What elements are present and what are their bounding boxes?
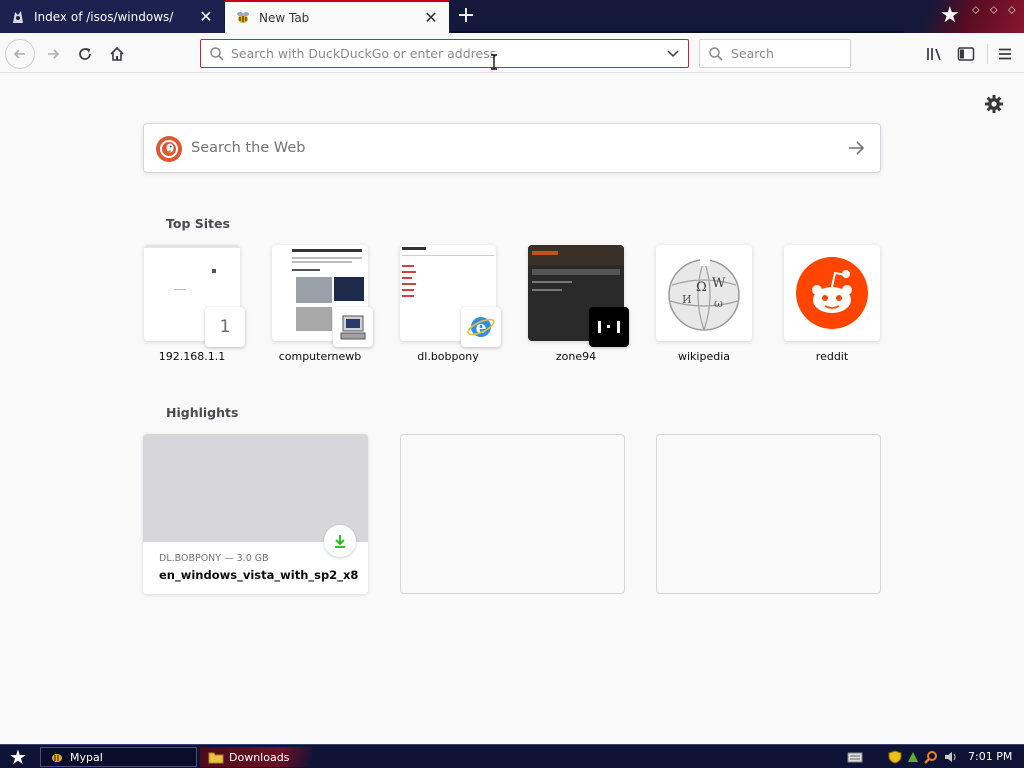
tab-index-of-isos[interactable]: Index of /isos/windows/ ✕ — [0, 0, 224, 33]
home-button[interactable] — [102, 39, 132, 69]
site-label: reddit — [815, 350, 849, 363]
back-button[interactable] — [5, 39, 35, 69]
close-window-icon[interactable]: ⬦ — [1008, 3, 1016, 17]
magnifier-icon[interactable] — [924, 750, 938, 764]
reddit-logo-icon — [796, 257, 868, 329]
library-icon — [927, 48, 941, 61]
download-badge — [324, 525, 356, 557]
url-input[interactable] — [231, 43, 651, 64]
search-input[interactable] — [731, 44, 841, 63]
svg-text:W: W — [712, 276, 726, 291]
speaker-icon[interactable] — [943, 750, 959, 764]
close-tab-icon[interactable]: ✕ — [198, 8, 214, 25]
highlight-placeholder — [656, 434, 881, 594]
shield-icon[interactable] — [888, 750, 902, 764]
taskbar-item-label: Mypal — [70, 750, 103, 764]
url-bar[interactable] — [200, 39, 689, 68]
chevron-down-icon[interactable] — [666, 47, 680, 61]
reload-icon — [79, 48, 91, 60]
gear-icon[interactable] — [984, 94, 1004, 114]
home-icon — [110, 46, 124, 61]
back-arrow-icon — [13, 49, 25, 59]
internet-explorer-icon: e — [467, 317, 495, 338]
web-search-box[interactable] — [143, 123, 881, 173]
search-bar[interactable] — [699, 39, 851, 68]
keyboard-icon[interactable] — [847, 750, 863, 764]
highlight-placeholder — [400, 434, 625, 594]
site-favicon: e — [461, 307, 501, 347]
reload-button[interactable] — [70, 39, 100, 69]
wikipedia-globe-icon: Ω W И ω — [668, 258, 740, 331]
tab-strip: Index of /isos/windows/ ✕ New Tab ✕ + ★ … — [0, 0, 1024, 33]
start-button[interactable]: ★ — [5, 746, 31, 768]
site-label: dl.bobpony — [417, 350, 479, 363]
library-button[interactable] — [920, 39, 950, 69]
search-icon — [210, 47, 224, 61]
taskbar-item-label: Downloads — [229, 750, 290, 764]
new-tab-button[interactable]: + — [453, 4, 479, 30]
network-icon[interactable] — [906, 750, 920, 764]
arrow-right-icon[interactable] — [846, 138, 866, 158]
site-label: computernewb — [278, 350, 362, 363]
svg-text:ω: ω — [714, 297, 723, 310]
tab-new-tab[interactable]: New Tab ✕ — [225, 0, 449, 33]
tab-title: Index of /isos/windows/ — [34, 9, 174, 24]
star-logo-icon: ★ — [940, 3, 960, 28]
duckduckgo-logo-icon — [156, 136, 182, 162]
sidebar-icon — [957, 47, 975, 61]
site-label: 192.168.1.1 — [158, 350, 226, 363]
site-favicon — [333, 307, 373, 347]
download-icon — [335, 535, 345, 548]
site-label: zone94 — [555, 350, 597, 363]
highlight-card[interactable]: DL.BOBPONY — 3.0 GB en_windows_vista_wit… — [143, 434, 368, 594]
forward-arrow-icon — [48, 49, 60, 59]
titlebar-decoration — [904, 0, 1024, 33]
site-thumbnail: Ω W И ω — [656, 245, 752, 341]
sidebar-button[interactable] — [951, 39, 981, 69]
fox-logo-icon — [10, 9, 26, 25]
navigation-toolbar — [0, 35, 1024, 73]
computer-icon — [340, 315, 366, 340]
maximize-icon[interactable]: ⬦ — [990, 3, 998, 17]
pong-icon — [598, 321, 620, 333]
highlight-meta: DL.BOBPONY — 3.0 GB — [159, 553, 269, 564]
toolbar-divider — [987, 44, 988, 64]
svg-text:Ω: Ω — [696, 280, 707, 295]
site-thumbnail — [784, 245, 880, 341]
taskbar-item-downloads[interactable]: Downloads — [200, 747, 312, 767]
hamburger-icon — [999, 48, 1011, 60]
highlights-title: Highlights — [166, 405, 239, 420]
tab-title: New Tab — [259, 10, 310, 25]
menu-button[interactable] — [990, 39, 1020, 69]
taskbar: ★ Mypal Downloads 7:01 PM — [0, 744, 1024, 768]
search-icon — [709, 47, 723, 61]
highlight-title: en_windows_vista_with_sp2_x86... — [159, 568, 359, 582]
minimize-icon[interactable]: ⬦ — [972, 3, 980, 17]
site-rank-badge: 1 — [205, 307, 245, 347]
site-rank-number: 1 — [219, 317, 231, 337]
text-cursor-icon — [491, 54, 497, 70]
taskbar-item-mypal[interactable]: Mypal — [40, 747, 197, 767]
forward-button[interactable] — [38, 39, 68, 69]
web-search-input[interactable] — [191, 137, 831, 159]
folder-icon — [208, 750, 224, 764]
top-sites-title: Top Sites — [166, 216, 230, 231]
site-favicon — [589, 307, 629, 347]
svg-text:И: И — [682, 293, 692, 306]
taskbar-clock: 7:01 PM — [968, 750, 1013, 763]
close-tab-icon[interactable]: ✕ — [423, 9, 439, 26]
bee-icon — [49, 750, 65, 764]
site-label: wikipedia — [677, 350, 730, 363]
bee-icon — [235, 10, 251, 26]
